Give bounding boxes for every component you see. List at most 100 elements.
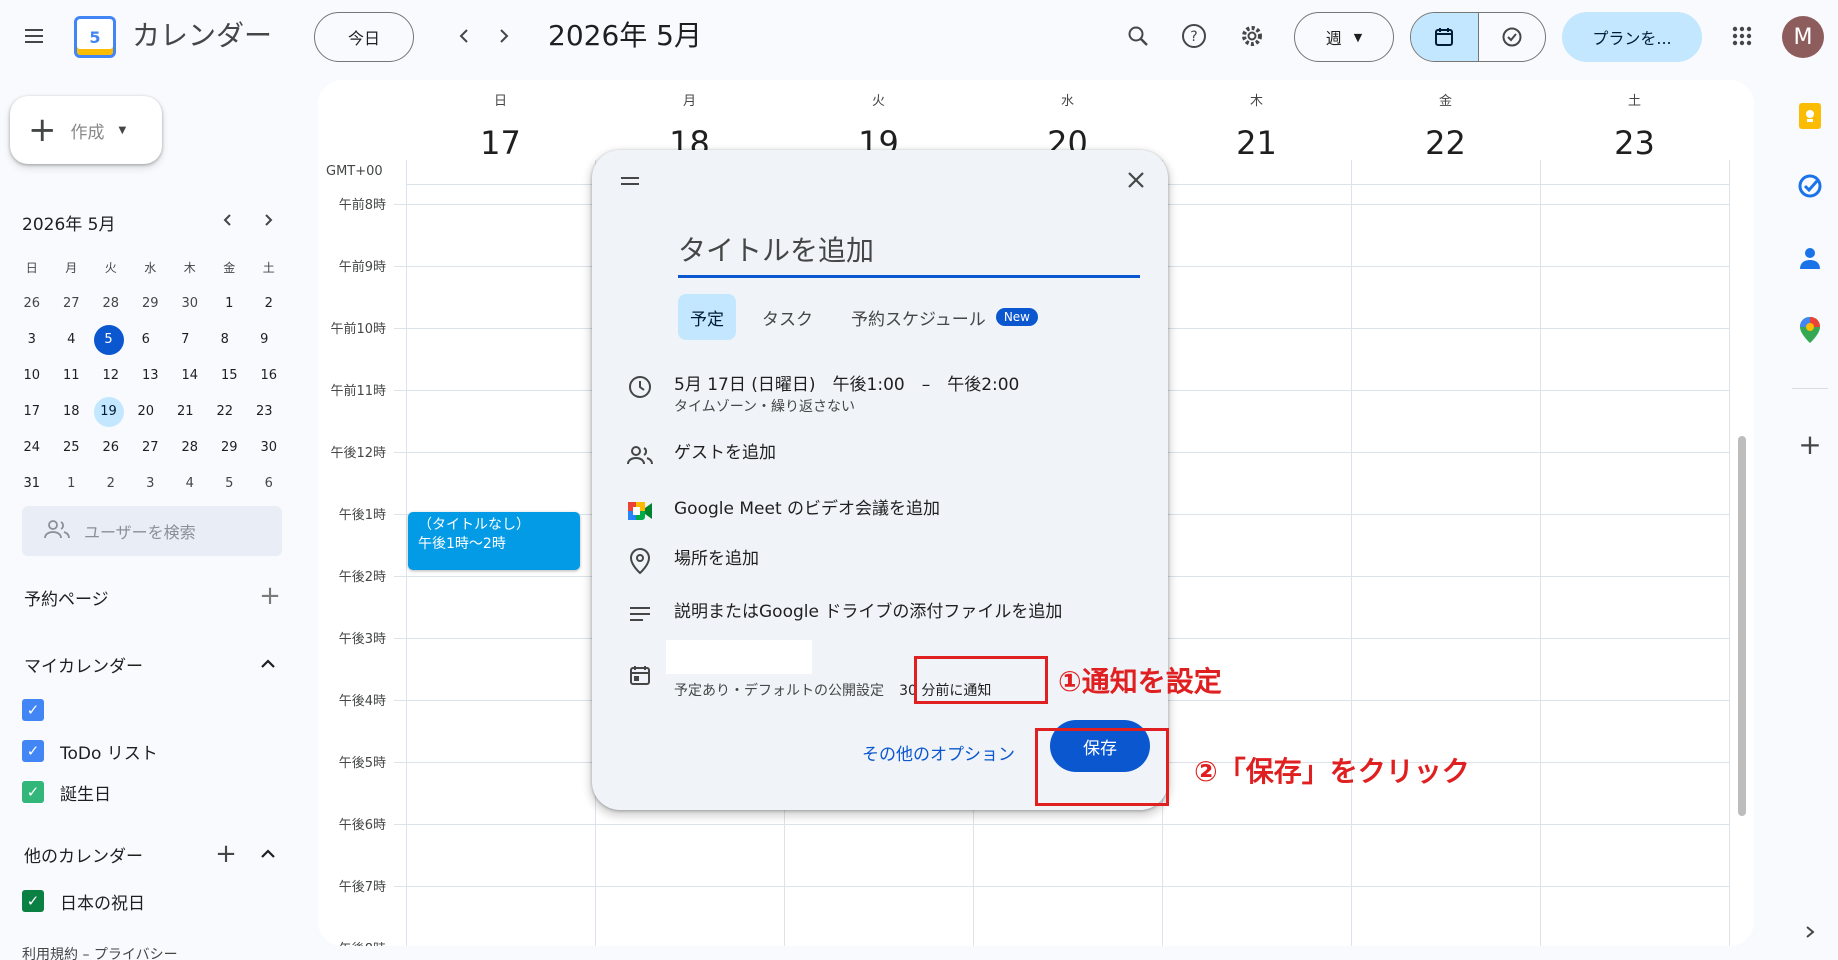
mini-day[interactable]: 17: [12, 397, 52, 427]
location-row[interactable]: 場所を追加: [616, 546, 1146, 576]
add-booking-page-icon[interactable]: +: [252, 578, 288, 614]
event-title-input[interactable]: [678, 226, 1140, 278]
event-chip[interactable]: （タイトルなし） 午後1時〜2時: [408, 512, 580, 570]
mini-day[interactable]: 29: [210, 433, 250, 463]
mini-day[interactable]: 6: [249, 469, 289, 499]
description-row[interactable]: 説明またはGoogle ドライブの添付ファイルを追加: [616, 599, 1146, 629]
day-header[interactable]: 日 17: [406, 90, 595, 162]
chevron-right-icon[interactable]: [1790, 912, 1830, 952]
meet-row[interactable]: Google Meet のビデオ会議を追加: [616, 496, 1146, 526]
mini-day[interactable]: 7: [166, 325, 206, 355]
mini-day[interactable]: 26: [91, 433, 131, 463]
mini-day[interactable]: 2: [249, 289, 289, 319]
tab-appointment-schedule[interactable]: 予約スケジュール New: [839, 294, 1050, 340]
mini-day[interactable]: 9: [245, 325, 285, 355]
user-search-input[interactable]: ユーザーを検索: [22, 506, 282, 556]
mini-day[interactable]: 3: [12, 325, 52, 355]
tasks-icon[interactable]: [1790, 166, 1830, 206]
mini-day[interactable]: 15: [210, 361, 250, 391]
mini-day[interactable]: 8: [205, 325, 245, 355]
tab-event[interactable]: 予定: [678, 294, 736, 340]
tasks-view-icon[interactable]: [1477, 13, 1546, 61]
add-calendar-icon[interactable]: +: [208, 836, 244, 872]
checkbox-icon[interactable]: ✓: [22, 890, 44, 912]
mini-day[interactable]: 20: [126, 397, 166, 427]
calendar-view-icon[interactable]: [1411, 13, 1478, 61]
add-addon-icon[interactable]: +: [1790, 424, 1830, 464]
mini-day[interactable]: 1: [210, 289, 250, 319]
mini-day[interactable]: 28: [91, 289, 131, 319]
chevron-right-icon[interactable]: [480, 12, 528, 60]
mini-day[interactable]: 30: [249, 433, 289, 463]
drag-handle-icon[interactable]: [620, 168, 640, 192]
day-number: 21: [1236, 124, 1277, 162]
maps-icon[interactable]: [1790, 310, 1830, 350]
mini-day[interactable]: 5: [93, 325, 124, 355]
mini-day[interactable]: 25: [52, 433, 92, 463]
mini-day[interactable]: 16: [249, 361, 289, 391]
mini-day[interactable]: 31: [12, 469, 52, 499]
mini-day[interactable]: 23: [245, 397, 285, 427]
close-icon[interactable]: [1116, 160, 1156, 200]
datetime-row[interactable]: 5月 17日 (日曜日) 午後1:00 – 午後2:00 タイムゾーン・繰り返さ…: [616, 372, 1146, 416]
mini-day[interactable]: 27: [52, 289, 92, 319]
day-header[interactable]: 木 21: [1162, 90, 1351, 162]
mini-day[interactable]: 29: [131, 289, 171, 319]
mini-day[interactable]: 18: [52, 397, 92, 427]
my-calendar-item[interactable]: ✓: [22, 695, 60, 725]
view-select[interactable]: 週 ▼: [1294, 12, 1394, 62]
plan-button[interactable]: プランを...: [1562, 12, 1702, 62]
mini-day[interactable]: 19: [93, 397, 124, 427]
mini-day[interactable]: 22: [205, 397, 245, 427]
help-icon[interactable]: ?: [1170, 12, 1218, 60]
create-button[interactable]: + 作成 ▼: [10, 96, 162, 164]
mini-day[interactable]: 10: [12, 361, 52, 391]
main-menu-icon[interactable]: [10, 12, 58, 60]
mini-day[interactable]: 24: [12, 433, 52, 463]
mini-day[interactable]: 13: [131, 361, 171, 391]
mini-day[interactable]: 5: [210, 469, 250, 499]
annotation-box-save: [1035, 728, 1169, 806]
mini-day[interactable]: 26: [12, 289, 52, 319]
mini-day[interactable]: 12: [91, 361, 131, 391]
checkbox-icon[interactable]: ✓: [22, 781, 44, 803]
mini-day[interactable]: 4: [52, 325, 92, 355]
my-calendar-item[interactable]: ✓ ToDo リスト: [22, 736, 158, 766]
mini-next-icon[interactable]: [248, 200, 288, 240]
guests-row[interactable]: ゲストを追加: [616, 440, 1146, 470]
gear-icon[interactable]: [1228, 12, 1276, 60]
mini-day[interactable]: 30: [170, 289, 210, 319]
mini-day[interactable]: 3: [131, 469, 171, 499]
mini-day[interactable]: 6: [126, 325, 166, 355]
tab-task[interactable]: タスク: [750, 294, 825, 340]
mini-day[interactable]: 21: [166, 397, 206, 427]
scrollbar[interactable]: [1738, 436, 1746, 816]
mini-day[interactable]: 4: [170, 469, 210, 499]
mini-prev-icon[interactable]: [208, 200, 248, 240]
chevron-up-icon[interactable]: [250, 836, 286, 872]
mini-day[interactable]: 28: [170, 433, 210, 463]
apps-grid-icon[interactable]: [1718, 12, 1766, 60]
search-icon[interactable]: [1114, 12, 1162, 60]
mini-day[interactable]: 27: [131, 433, 171, 463]
avatar[interactable]: M: [1782, 16, 1824, 58]
day-name: 土: [1627, 94, 1641, 109]
mini-day[interactable]: 14: [170, 361, 210, 391]
checkbox-icon[interactable]: ✓: [22, 740, 44, 762]
more-options-link[interactable]: その他のオプション: [862, 740, 1015, 765]
footer-links[interactable]: 利用規約 – プライバシー: [22, 944, 178, 960]
today-button[interactable]: 今日: [314, 12, 414, 62]
new-badge: New: [995, 308, 1038, 326]
contacts-icon[interactable]: [1790, 238, 1830, 278]
dropdown-arrow-icon: ▼: [118, 124, 127, 136]
other-calendar-item[interactable]: ✓ 日本の祝日: [22, 886, 145, 916]
mini-day[interactable]: 11: [52, 361, 92, 391]
keep-icon[interactable]: [1790, 96, 1830, 136]
mini-day[interactable]: 2: [91, 469, 131, 499]
my-calendar-item[interactable]: ✓ 誕生日: [22, 777, 111, 807]
day-header[interactable]: 金 22: [1351, 90, 1540, 162]
day-header[interactable]: 土 23: [1540, 90, 1729, 162]
mini-day[interactable]: 1: [52, 469, 92, 499]
checkbox-icon[interactable]: ✓: [22, 699, 44, 721]
chevron-up-icon[interactable]: [250, 646, 286, 682]
